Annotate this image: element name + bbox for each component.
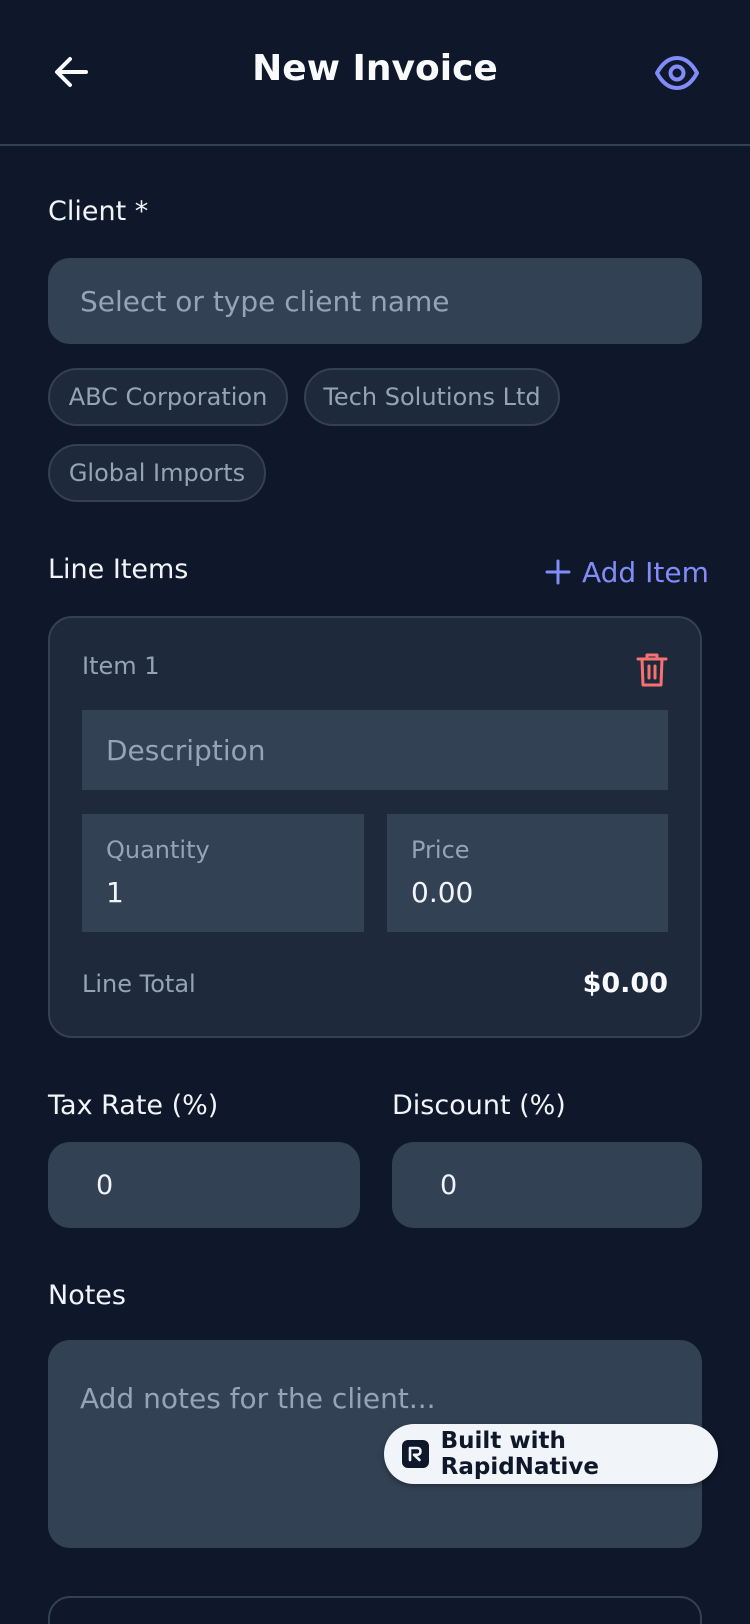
tax-rate-value: 0	[96, 1169, 114, 1201]
line-item-title: Item 1	[82, 652, 160, 680]
client-chip-tech[interactable]: Tech Solutions Ltd	[304, 368, 560, 426]
line-item-card: Item 1 Description Quantity 1 Price 0.00…	[48, 616, 702, 1038]
rapidnative-logo-icon	[402, 1440, 429, 1468]
quantity-input[interactable]: Quantity 1	[82, 814, 364, 932]
built-with-badge[interactable]: Built with RapidNative	[384, 1424, 718, 1484]
arrow-left-icon	[55, 57, 88, 87]
totals-card	[48, 1596, 702, 1624]
discount-input[interactable]: 0	[392, 1142, 702, 1228]
client-chip-abc[interactable]: ABC Corporation	[48, 368, 288, 426]
eye-icon	[655, 56, 699, 90]
client-placeholder: Select or type client name	[80, 284, 450, 318]
client-input[interactable]: Select or type client name	[48, 258, 702, 344]
tax-rate-input[interactable]: 0	[48, 1142, 360, 1228]
add-item-label: Add Item	[582, 555, 709, 589]
line-items-label: Line Items	[48, 554, 189, 585]
client-label: Client *	[48, 196, 149, 227]
discount-value: 0	[440, 1169, 458, 1201]
description-input[interactable]: Description	[82, 710, 668, 790]
discount-label: Discount (%)	[392, 1090, 566, 1121]
notes-placeholder: Add notes for the client...	[80, 1382, 436, 1415]
price-value: 0.00	[411, 876, 474, 909]
price-label: Price	[411, 836, 470, 864]
add-item-button[interactable]: Add Item	[544, 550, 709, 594]
tax-rate-label: Tax Rate (%)	[48, 1090, 219, 1121]
notes-label: Notes	[48, 1280, 126, 1311]
back-button[interactable]	[52, 52, 92, 92]
line-total-label: Line Total	[82, 970, 196, 998]
line-total-value: $0.00	[582, 968, 668, 999]
page-title: New Invoice	[252, 48, 498, 89]
badge-text: Built with RapidNative	[440, 1428, 599, 1480]
new-invoice-screen: New Invoice Client * Select or type clie…	[0, 0, 750, 1624]
price-input[interactable]: Price 0.00	[387, 814, 668, 932]
plus-icon	[545, 559, 571, 585]
description-placeholder: Description	[106, 733, 266, 767]
client-chip-global[interactable]: Global Imports	[48, 444, 266, 502]
app-header: New Invoice	[0, 0, 750, 146]
quantity-label: Quantity	[106, 836, 210, 864]
preview-button[interactable]	[654, 50, 700, 96]
trash-icon	[636, 653, 668, 687]
delete-item-button[interactable]	[634, 650, 670, 690]
quantity-value: 1	[106, 876, 124, 909]
